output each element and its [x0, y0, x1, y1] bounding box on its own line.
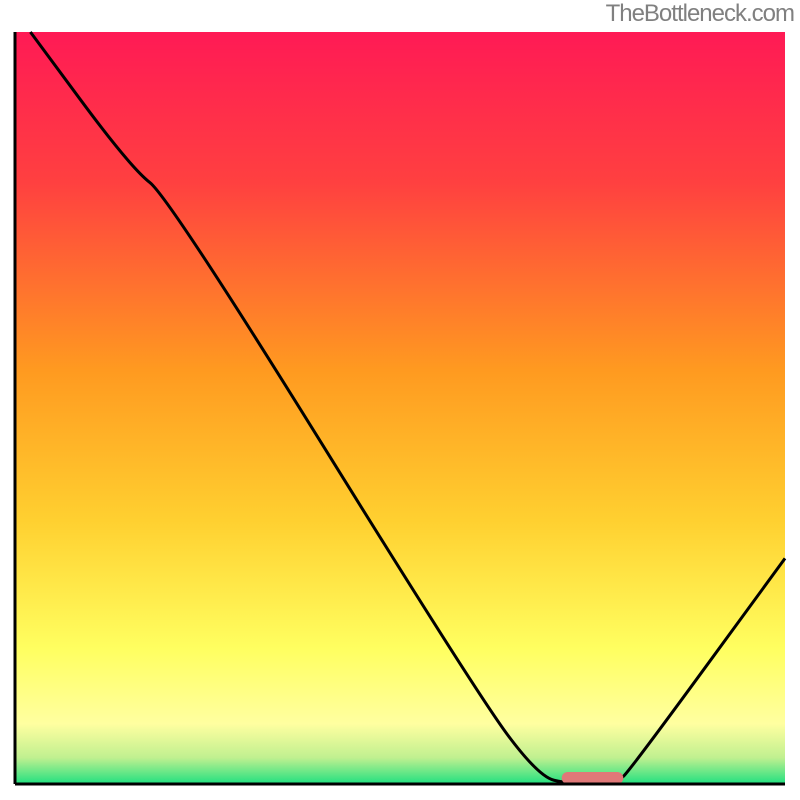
- optimal-marker: [562, 772, 624, 784]
- watermark-text: TheBottleneck.com: [606, 0, 794, 28]
- plot-background: [15, 32, 785, 784]
- bottleneck-chart: TheBottleneck.com: [0, 0, 800, 800]
- chart-svg: [0, 0, 800, 800]
